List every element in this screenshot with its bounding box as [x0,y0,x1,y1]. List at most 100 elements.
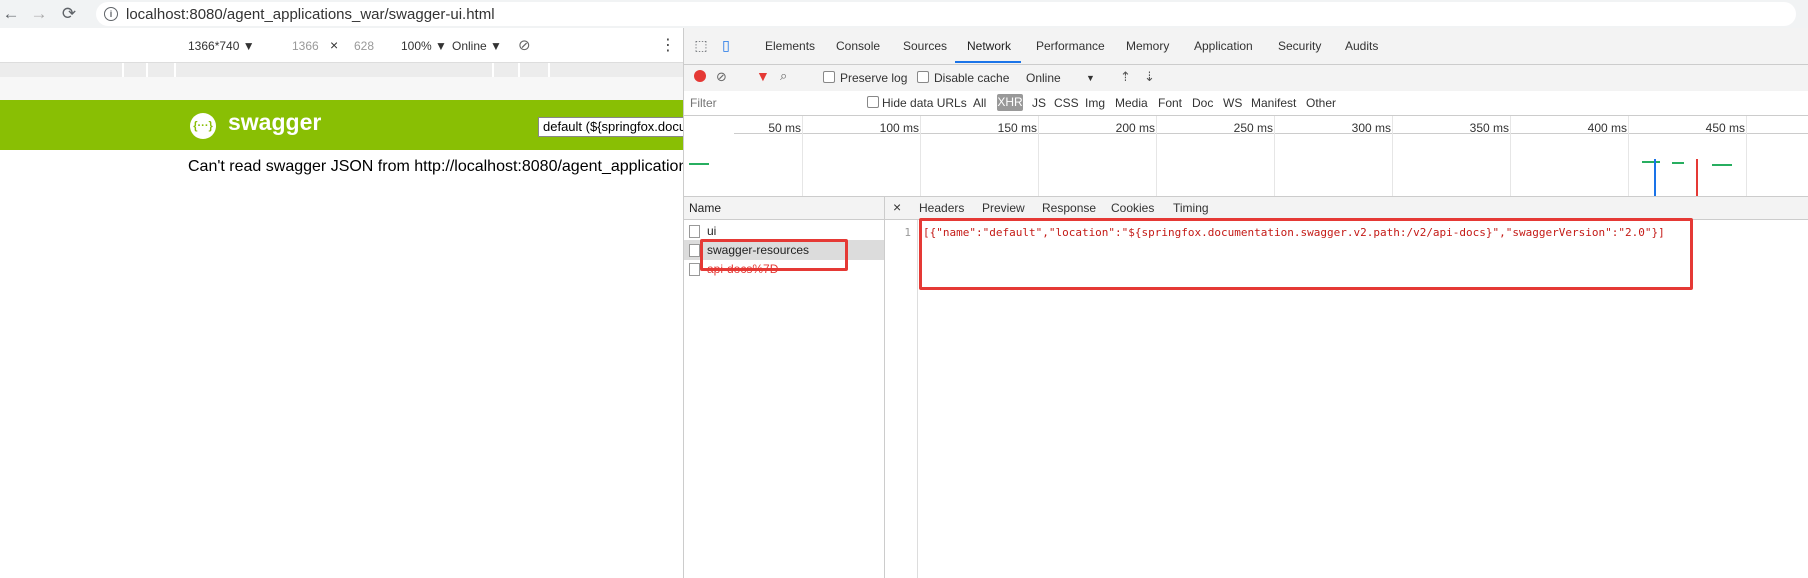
network-toolbar: ⊘ ▼ ⌕ Preserve log Disable cache Online … [684,65,1808,92]
device-toggle-icon[interactable]: ▯ [717,36,735,54]
timeline-gridline [802,116,803,196]
ruler-divider [122,63,124,77]
filter-type-css[interactable]: CSS [1054,96,1079,110]
import-har-icon[interactable]: ⇡ [1120,69,1131,85]
request-row-swagger-resources[interactable]: swagger-resources [684,240,884,260]
ruler-divider [146,63,148,77]
browser-toolbar: ← → ⟳ i localhost:8080/agent_application… [0,0,1808,29]
request-row-api-docs[interactable]: api-docs%7D [684,259,884,279]
forward-icon[interactable]: → [28,3,50,25]
rotate-icon[interactable]: ⊘ [518,36,531,54]
reload-icon[interactable]: ⟳ [58,3,80,25]
filter-type-other[interactable]: Other [1306,96,1336,110]
media-query-ruler [0,62,683,78]
address-bar[interactable]: i localhost:8080/agent_applications_war/… [96,2,1796,26]
spec-select[interactable]: default (${springfox.documentation.swagg… [538,117,683,137]
filter-type-ws[interactable]: WS [1223,96,1242,110]
times-icon: × [330,37,339,53]
tab-response[interactable]: Response [1042,201,1096,215]
timeline-label: 50 ms [768,121,801,135]
error-message: Can't read swagger JSON from http://loca… [188,158,683,175]
tab-memory[interactable]: Memory [1126,39,1169,53]
tab-cookies[interactable]: Cookies [1111,201,1154,215]
timeline-bar [1672,162,1684,164]
tab-timing[interactable]: Timing [1173,201,1209,215]
clear-icon[interactable]: ⊘ [716,69,727,85]
timeline-gridline [1510,116,1511,196]
request-name: ui [707,224,717,238]
zoom-label: 100% [401,39,432,53]
tab-headers[interactable]: Headers [919,201,964,215]
tab-sources[interactable]: Sources [903,39,947,53]
chevron-down-icon: ▼ [490,39,502,53]
preserve-log-label: Preserve log [840,71,908,85]
hide-data-urls-checkbox[interactable] [867,96,879,108]
disable-cache-label: Disable cache [934,71,1010,85]
filter-type-doc[interactable]: Doc [1192,96,1213,110]
swagger-title[interactable]: swagger [228,109,321,136]
filter-type-media[interactable]: Media [1115,96,1148,110]
tab-security[interactable]: Security [1278,39,1321,53]
filter-type-img[interactable]: Img [1085,96,1105,110]
zoom-select[interactable]: 100% ▼ [401,39,447,53]
ruler-divider [492,63,494,77]
devtools-tabbar: ⬚ ▯ Elements Console Sources Network Per… [684,28,1808,65]
timeline-gridline [1746,116,1747,196]
url-text[interactable]: localhost:8080/agent_applications_war/sw… [126,6,495,23]
network-overview[interactable]: 50 ms 100 ms 150 ms 200 ms 250 ms 300 ms… [684,116,1808,197]
line-gutter: 1 [885,220,918,578]
viewport-height[interactable]: 628 [354,39,374,53]
preserve-log-checkbox[interactable] [823,71,835,83]
request-name: api-docs%7D [707,262,779,276]
throttle-label: Online [452,39,487,53]
device-preset[interactable]: 1366*740 ▼ [188,39,255,53]
tab-audits[interactable]: Audits [1345,39,1378,53]
network-filterbar: Hide data URLs All XHR JS CSS Img Media … [684,91,1808,116]
swagger-header: {···} swagger default (${springfox.docum… [0,100,683,150]
timeline-gridline [1038,116,1039,196]
tab-elements[interactable]: Elements [765,39,815,53]
info-icon[interactable]: i [104,7,118,21]
chevron-down-icon: ▼ [1086,73,1095,83]
filter-input[interactable] [688,93,852,113]
tab-network[interactable]: Network [967,39,1011,53]
search-icon[interactable]: ⌕ [780,68,787,84]
disable-cache-checkbox[interactable] [917,71,929,83]
file-icon [689,244,700,257]
response-body[interactable]: [{"name":"default","location":"${springf… [923,226,1665,239]
filter-icon[interactable]: ▼ [756,68,770,84]
timeline-label: 400 ms [1587,121,1627,135]
filter-type-font[interactable]: Font [1158,96,1182,110]
filter-type-xhr[interactable]: XHR [997,94,1023,111]
timeline-label: 250 ms [1233,121,1273,135]
tab-preview[interactable]: Preview [982,201,1025,215]
timeline-bar [689,163,709,165]
hide-data-urls-label: Hide data URLs [882,96,967,110]
swagger-logo-icon[interactable]: {···} [190,113,216,139]
timeline-gridline [1392,116,1393,196]
network-throttle-select[interactable]: Online ▼ [452,39,502,53]
filter-type-all[interactable]: All [973,96,986,110]
request-row-ui[interactable]: ui [684,221,884,241]
tab-application[interactable]: Application [1194,39,1253,53]
export-har-icon[interactable]: ⇣ [1144,69,1155,85]
filter-type-manifest[interactable]: Manifest [1251,96,1296,110]
throttle-select[interactable]: Online [1026,71,1061,85]
timeline-bar [1642,161,1660,163]
inspect-element-icon[interactable]: ⬚ [692,36,710,54]
request-name: swagger-resources [707,243,810,257]
filter-type-js[interactable]: JS [1032,96,1046,110]
request-list-header[interactable]: Name [684,197,884,220]
request-list: Name ui swagger-resources api-docs%7D [684,197,885,578]
record-icon[interactable] [694,70,706,82]
tab-performance[interactable]: Performance [1036,39,1105,53]
devtools-panel: ⬚ ▯ Elements Console Sources Network Per… [683,28,1808,578]
back-icon[interactable]: ← [0,3,22,25]
timeline-label: 300 ms [1351,121,1391,135]
viewport-gutter [0,77,683,100]
viewport-width[interactable]: 1366 [292,39,319,53]
more-options-icon[interactable]: ⋮ [660,35,676,55]
close-icon[interactable]: × [893,199,901,215]
device-preset-label: 1366*740 [188,39,240,53]
tab-console[interactable]: Console [836,39,880,53]
